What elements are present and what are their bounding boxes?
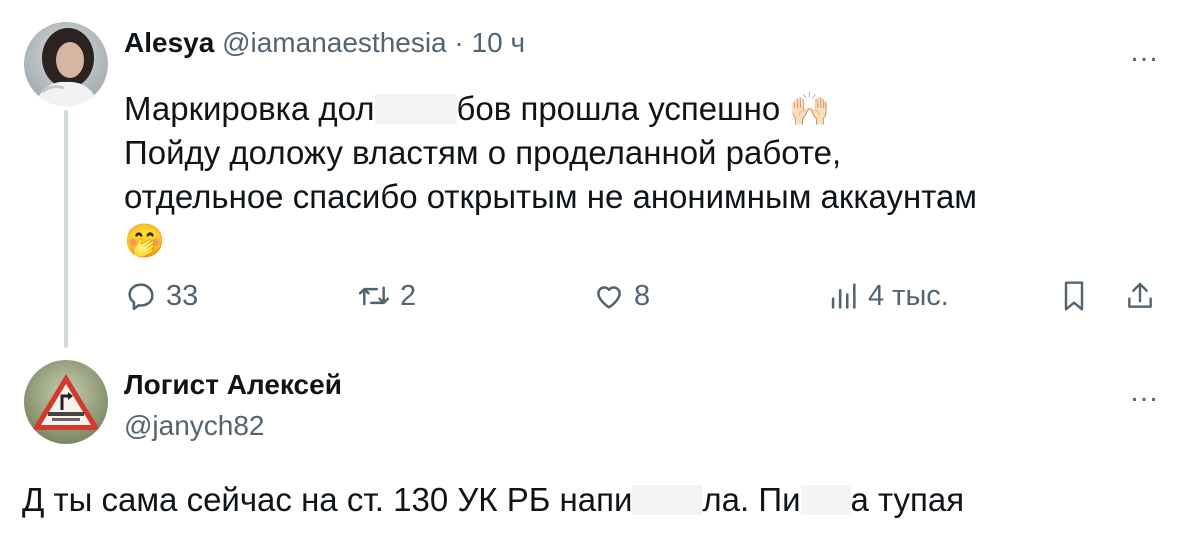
avatar-alesya[interactable] xyxy=(24,22,108,106)
thread-line xyxy=(64,110,68,348)
text-fragment: ла. Пи xyxy=(702,481,801,518)
tweet-text-line-2: Пойду доложу властям о проделанной работ… xyxy=(124,134,842,171)
avatar-logist-aleksey[interactable] xyxy=(24,360,108,444)
redaction-block xyxy=(374,94,457,124)
author-handle[interactable]: @iamanaesthesia xyxy=(222,27,447,58)
raising-hands-emoji: 🙌🏻 xyxy=(789,90,831,127)
tweet-text-line-3: отдельное спасибо открытым не анонимным … xyxy=(124,178,977,215)
reply-header-name: Логист Алексей xyxy=(124,368,342,402)
share-icon xyxy=(1124,278,1156,314)
text-fragment: Д ты сама сейчас на ст. 130 УК РБ напи xyxy=(22,481,633,518)
reply-icon xyxy=(124,279,158,313)
bookmark-icon xyxy=(1058,278,1090,314)
bookmark-button[interactable] xyxy=(1058,273,1090,319)
like-button[interactable]: 8 xyxy=(592,273,650,319)
heart-icon xyxy=(592,279,626,313)
reply-count: 33 xyxy=(166,279,199,312)
views-count: 4 тыс. xyxy=(868,279,949,312)
reply-author-handle[interactable]: @janych82 xyxy=(124,410,265,441)
like-count: 8 xyxy=(634,279,651,312)
reply-author-name[interactable]: Логист Алексей xyxy=(124,369,342,400)
reply-button[interactable]: 33 xyxy=(124,273,198,319)
repost-icon xyxy=(356,279,392,313)
redaction-block xyxy=(800,485,851,515)
redaction-block xyxy=(632,485,703,515)
more-options-icon[interactable]: … xyxy=(1129,37,1160,67)
tweet-actions: 33 2 8 4 тыс. xyxy=(124,273,1184,319)
share-button[interactable] xyxy=(1124,273,1156,319)
text-fragment: а тупая xyxy=(850,481,965,518)
views-bar-chart-icon xyxy=(826,279,860,313)
tweet-time[interactable]: 10 ч xyxy=(472,27,526,58)
reply-header-handle: @janych82 xyxy=(124,409,265,443)
tweet-text-line-1: Маркировка дол бов прошла успешно 🙌🏻 xyxy=(124,87,1184,131)
reply-more-options-icon[interactable]: … xyxy=(1129,377,1160,407)
hand-over-mouth-emoji: 🤭 xyxy=(124,222,166,259)
repost-count: 2 xyxy=(400,279,417,312)
repost-button[interactable]: 2 xyxy=(356,273,416,319)
separator-dot: · xyxy=(454,27,464,58)
text-fragment: Маркировка дол xyxy=(124,90,375,127)
author-name[interactable]: Alesya xyxy=(124,27,214,58)
reply-text: Д ты сама сейчас на ст. 130 УК РБ напи ла… xyxy=(22,478,964,522)
tweet-text: Маркировка дол бов прошла успешно 🙌🏻 Пойд… xyxy=(124,87,1184,263)
text-fragment: бов прошла успешно xyxy=(456,90,781,127)
tweet-header: Alesya @iamanaesthesia · 10 ч xyxy=(124,26,525,60)
views-button[interactable]: 4 тыс. xyxy=(826,273,949,319)
